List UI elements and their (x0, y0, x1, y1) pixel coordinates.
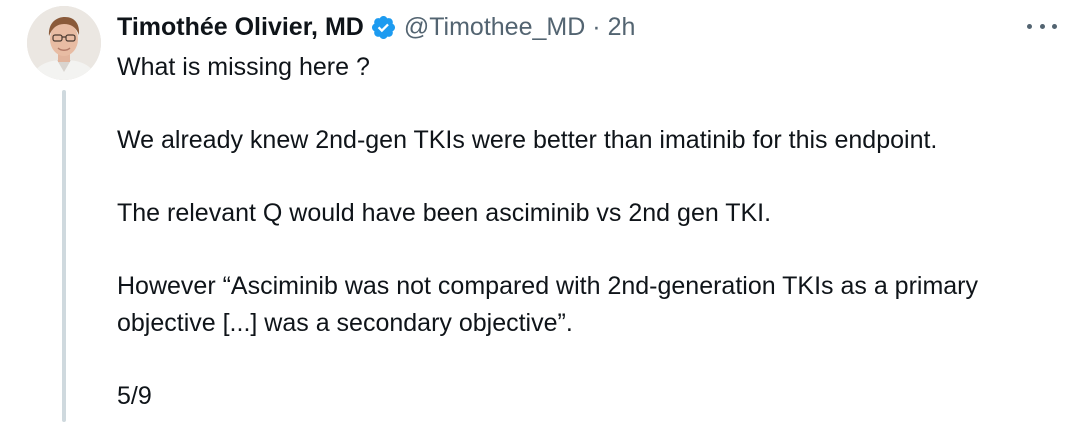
separator-dot: · (592, 13, 601, 41)
more-dot (1027, 23, 1032, 29)
verified-badge-icon (370, 14, 397, 41)
author-handle[interactable]: @Timothee_MD (404, 12, 585, 42)
tweet-paragraph: However “Asciminib was not compared with… (117, 272, 979, 337)
more-dot (1039, 23, 1045, 29)
tweet-text: What is missing here ? We already knew 2… (117, 49, 1067, 414)
tweet-paragraph: What is missing here ? (117, 53, 370, 81)
more-options-icon[interactable] (1024, 16, 1060, 36)
author-name[interactable]: Timothée Olivier, MD (117, 12, 364, 42)
tweet[interactable]: Timothée Olivier, MD @Timothee_MD · 2h W… (0, 0, 1084, 422)
more-dot (1052, 23, 1057, 29)
tweet-paragraph: We already knew 2nd-gen TKIs were better… (117, 126, 938, 154)
tweet-paragraph: The relevant Q would have been asciminib… (117, 199, 772, 227)
thread-counter: 5/9 (117, 381, 152, 410)
tweet-header: Timothée Olivier, MD @Timothee_MD · 2h (117, 8, 635, 46)
timestamp[interactable]: 2h (608, 12, 636, 42)
avatar-portrait-icon (27, 6, 101, 80)
avatar[interactable] (27, 6, 101, 80)
thread-line (62, 90, 66, 422)
